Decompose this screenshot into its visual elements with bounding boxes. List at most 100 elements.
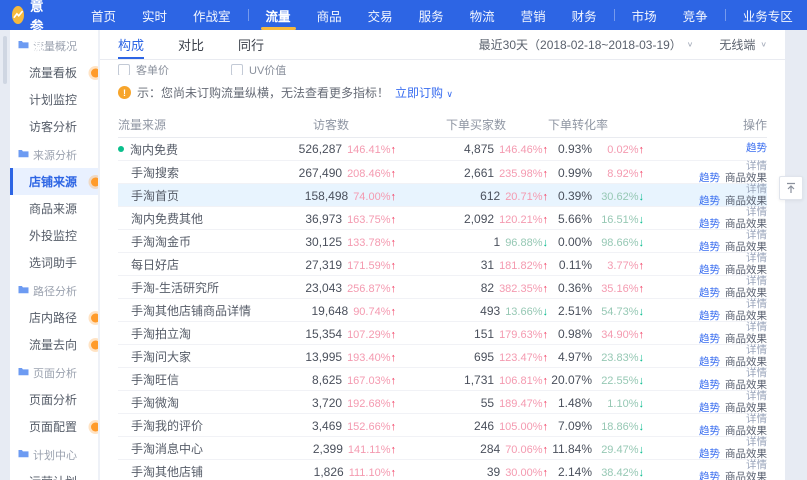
sidebar-item-访客分析[interactable]: 访客分析 xyxy=(10,113,98,140)
detail-link[interactable]: 详情 xyxy=(746,436,767,448)
tab-构成[interactable]: 构成 xyxy=(118,30,144,59)
change-percent: 179.63% xyxy=(499,329,542,341)
value: 0.36% xyxy=(558,281,592,295)
nav-item-首页[interactable]: 首页 xyxy=(78,0,129,30)
notification-dot xyxy=(91,177,98,186)
trend-link[interactable]: 趋势 xyxy=(699,471,720,480)
cell-source-name: 每日好店 xyxy=(118,256,278,273)
detail-link[interactable]: 详情 xyxy=(746,390,767,402)
nav-item-物流[interactable]: 物流 xyxy=(457,0,508,30)
value: 13,995 xyxy=(305,350,342,364)
trend-link[interactable]: 趋势 xyxy=(699,218,720,230)
sidebar-scroll-thumb[interactable] xyxy=(3,36,7,84)
nav-item-作战室[interactable]: 作战室 xyxy=(180,0,244,30)
cell-buyers: 49313.66%↓ xyxy=(396,302,548,320)
nav-items: 首页实时作战室流量商品交易服务物流营销财务市场竞争业务专区取数学院 xyxy=(78,0,807,30)
nav-item-交易[interactable]: 交易 xyxy=(355,0,406,30)
table-row: 手淘搜索267,490208.46%↑2,661235.98%↑0.99%8.9… xyxy=(118,161,767,184)
brand[interactable]: 生意参谋 xyxy=(12,0,50,55)
product-effect-link[interactable]: 商品效果 xyxy=(725,287,767,299)
sidebar-item-运营计划[interactable]: 运营计划 xyxy=(10,468,98,480)
trend-link[interactable]: 趋势 xyxy=(699,241,720,253)
product-effect-link[interactable]: 商品效果 xyxy=(725,356,767,368)
trend-link[interactable]: 趋势 xyxy=(699,379,720,391)
nav-item-营销[interactable]: 营销 xyxy=(508,0,559,30)
trend-link[interactable]: 趋势 xyxy=(699,402,720,414)
value: 7.09% xyxy=(558,419,592,433)
detail-link[interactable]: 详情 xyxy=(746,229,767,241)
value: 1,731 xyxy=(464,373,494,387)
nav-item-市场[interactable]: 市场 xyxy=(619,0,670,30)
trend-link[interactable]: 趋势 xyxy=(699,172,720,184)
sidebar-item-流量看板[interactable]: 流量看板 xyxy=(10,59,98,86)
product-effect-link[interactable]: 商品效果 xyxy=(725,218,767,230)
trend-link[interactable]: 趋势 xyxy=(746,142,767,154)
sidebar-item-店内路径[interactable]: 店内路径 xyxy=(10,304,98,331)
product-effect-link[interactable]: 商品效果 xyxy=(725,379,767,391)
value: 2,399 xyxy=(313,442,343,456)
detail-link[interactable]: 详情 xyxy=(746,252,767,264)
product-effect-link[interactable]: 商品效果 xyxy=(725,264,767,276)
product-effect-link[interactable]: 商品效果 xyxy=(725,402,767,414)
detail-link[interactable]: 详情 xyxy=(746,367,767,379)
sidebar-item-选词助手[interactable]: 选词助手 xyxy=(10,249,98,276)
nav-item-流量[interactable]: 流量 xyxy=(253,0,304,30)
nav-item-实时[interactable]: 实时 xyxy=(129,0,180,30)
product-effect-link[interactable]: 商品效果 xyxy=(725,448,767,460)
nav-item-业务专区[interactable]: 业务专区 xyxy=(730,0,806,30)
detail-link[interactable]: 详情 xyxy=(746,459,767,471)
tabs: 构成 对比 同行 xyxy=(118,30,298,59)
product-effect-link[interactable]: 商品效果 xyxy=(725,241,767,253)
trend-link[interactable]: 趋势 xyxy=(699,448,720,460)
product-effect-link[interactable]: 商品效果 xyxy=(725,310,767,322)
subscribe-link[interactable]: 立即订购 ∨ xyxy=(395,84,453,101)
value: 0.99% xyxy=(558,166,592,180)
terminal-selector[interactable]: 无线端 ∨ xyxy=(719,36,767,53)
tab-同行[interactable]: 同行 xyxy=(238,30,264,59)
value: 55 xyxy=(481,396,494,410)
trend-link[interactable]: 趋势 xyxy=(699,287,720,299)
trend-link[interactable]: 趋势 xyxy=(699,195,720,207)
sidebar-item-外投监控[interactable]: 外投监控 xyxy=(10,222,98,249)
detail-link[interactable]: 详情 xyxy=(746,275,767,287)
checkbox-UV价值[interactable] xyxy=(231,64,243,75)
nav-item-财务[interactable]: 财务 xyxy=(559,0,610,30)
date-range-label: 最近30天（2018-02-18~2018-03-19） xyxy=(479,36,682,53)
sidebar-item-页面配置[interactable]: 页面配置 xyxy=(10,413,98,440)
trend-link[interactable]: 趋势 xyxy=(699,333,720,345)
sidebar-item-计划监控[interactable]: 计划监控 xyxy=(10,86,98,113)
detail-link[interactable]: 详情 xyxy=(746,344,767,356)
nav-item-服务[interactable]: 服务 xyxy=(406,0,457,30)
sidebar-item-店铺来源[interactable]: 店铺来源 xyxy=(10,168,98,195)
nav-item-竞争[interactable]: 竞争 xyxy=(670,0,721,30)
product-effect-link[interactable]: 商品效果 xyxy=(725,425,767,437)
date-range-selector[interactable]: 最近30天（2018-02-18~2018-03-19） ∨ xyxy=(479,36,694,53)
cell-buyers: 31181.82%↑ xyxy=(396,256,548,274)
trend-link[interactable]: 趋势 xyxy=(699,356,720,368)
sidebar-item-页面分析[interactable]: 页面分析 xyxy=(10,386,98,413)
back-to-top-button[interactable] xyxy=(779,176,803,200)
notice-text: 示：您尚未订购流量纵横，无法查看更多指标！ xyxy=(137,84,389,101)
tab-对比[interactable]: 对比 xyxy=(178,30,204,59)
trend-link[interactable]: 趋势 xyxy=(699,264,720,276)
detail-link[interactable]: 详情 xyxy=(746,413,767,425)
detail-link[interactable]: 详情 xyxy=(746,160,767,172)
product-effect-link[interactable]: 商品效果 xyxy=(725,172,767,184)
detail-link[interactable]: 详情 xyxy=(746,321,767,333)
detail-link[interactable]: 详情 xyxy=(746,298,767,310)
product-effect-link[interactable]: 商品效果 xyxy=(725,195,767,207)
detail-link[interactable]: 详情 xyxy=(746,183,767,195)
checkbox-客单价[interactable] xyxy=(118,64,130,75)
trend-link[interactable]: 趋势 xyxy=(699,425,720,437)
product-effect-link[interactable]: 商品效果 xyxy=(725,333,767,345)
sidebar-item-商品来源[interactable]: 商品来源 xyxy=(10,195,98,222)
value: 4.97% xyxy=(558,350,592,364)
product-effect-link[interactable]: 商品效果 xyxy=(725,471,767,480)
detail-link[interactable]: 详情 xyxy=(746,206,767,218)
sidebar-item-流量去向[interactable]: 流量去向 xyxy=(10,331,98,358)
cell-visitors: 1,826111.10%↑ xyxy=(278,463,396,480)
trend-link[interactable]: 趋势 xyxy=(699,310,720,322)
sidebar-item-label: 选词助手 xyxy=(29,254,77,271)
change-wrap: 18.86%↓ xyxy=(592,417,644,435)
nav-item-商品[interactable]: 商品 xyxy=(304,0,355,30)
